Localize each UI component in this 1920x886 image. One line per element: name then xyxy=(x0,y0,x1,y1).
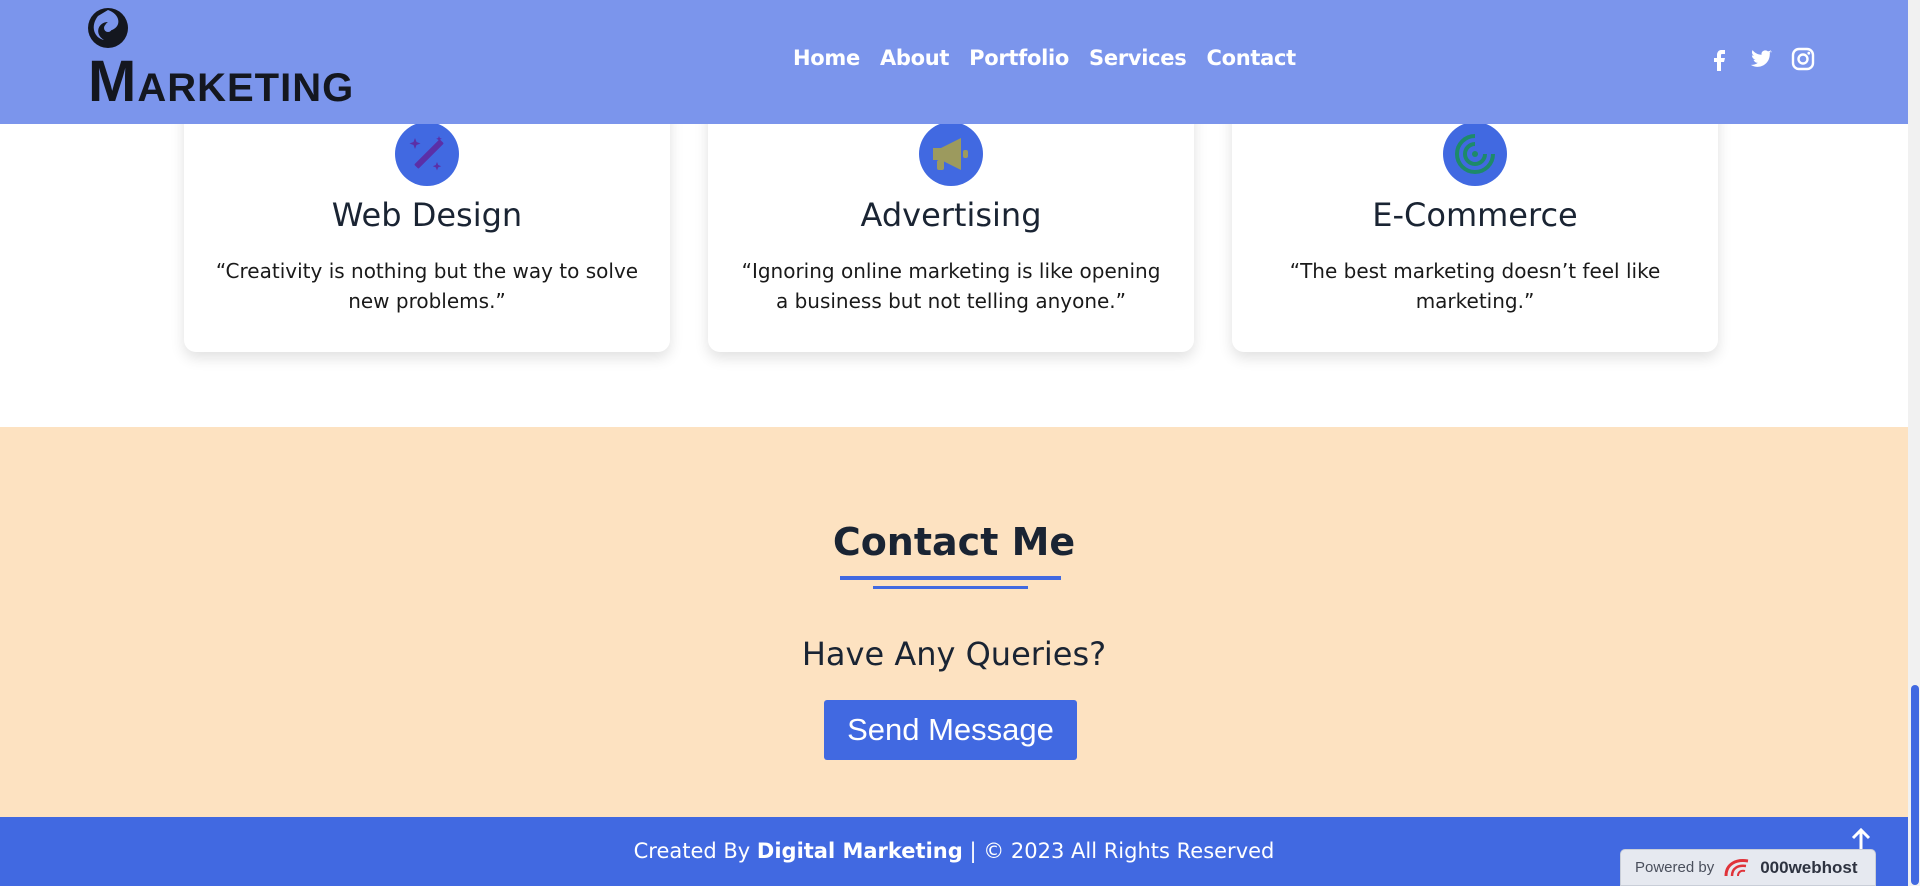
nav-services[interactable]: Services xyxy=(1089,46,1187,70)
facebook-icon[interactable] xyxy=(1706,46,1732,72)
nav-portfolio[interactable]: Portfolio xyxy=(969,46,1069,70)
nav-home[interactable]: Home xyxy=(793,46,860,70)
site-logo[interactable]: MARKETING xyxy=(86,6,366,114)
instagram-icon[interactable] xyxy=(1790,46,1816,72)
service-card-advertising: Advertising “Ignoring online marketing i… xyxy=(708,100,1194,352)
webhost-logo-icon xyxy=(1724,858,1749,876)
service-quote: “Creativity is nothing but the way to so… xyxy=(215,259,639,313)
scrollbar-thumb[interactable] xyxy=(1911,685,1919,885)
twitter-icon[interactable] xyxy=(1748,46,1774,72)
powered-by-label: Powered by xyxy=(1635,859,1715,876)
service-title: Advertising xyxy=(860,196,1042,234)
contact-subheading: Have Any Queries? xyxy=(801,635,1107,673)
nav-about[interactable]: About xyxy=(880,46,950,70)
service-title: E-Commerce xyxy=(1372,196,1578,234)
heading-underline-secondary xyxy=(873,586,1028,589)
service-card-ecommerce: E-Commerce “The best marketing doesn’t f… xyxy=(1232,100,1718,352)
service-quote: “The best marketing doesn’t feel like ma… xyxy=(1289,259,1661,313)
magic-wand-icon xyxy=(395,122,459,186)
target-icon xyxy=(1443,122,1507,186)
megaphone-icon xyxy=(919,122,983,186)
send-message-button[interactable]: Send Message xyxy=(824,700,1077,760)
powered-by-brand: 000webhost xyxy=(1760,857,1858,877)
heading-underline xyxy=(840,576,1061,580)
service-title: Web Design xyxy=(331,196,523,234)
nav-contact[interactable]: Contact xyxy=(1206,46,1296,70)
contact-heading: Contact Me xyxy=(832,520,1076,564)
services-section: Web Design “Creativity is nothing but th… xyxy=(0,100,1908,352)
main-nav: Home About Portfolio Services Contact xyxy=(793,46,1296,70)
swirl-icon xyxy=(88,8,128,48)
footer-brand-link[interactable]: Digital Marketing xyxy=(757,839,963,863)
arrow-up-icon[interactable] xyxy=(1849,827,1873,851)
logo-text: MARKETING xyxy=(88,49,355,114)
service-card-web-design: Web Design “Creativity is nothing but th… xyxy=(184,100,670,352)
footer-suffix: | © 2023 All Rights Reserved xyxy=(962,839,1275,863)
footer-prefix: Created By xyxy=(633,839,757,863)
service-quote: “Ignoring online marketing is like openi… xyxy=(741,259,1161,313)
contact-section: Contact Me Have Any Queries? Send Messag… xyxy=(0,427,1908,817)
social-links xyxy=(1706,46,1816,72)
powered-by-badge[interactable]: Powered by 000webhost xyxy=(1620,849,1876,886)
site-header: MARKETING Home About Portfolio Services … xyxy=(0,0,1908,124)
page-scrollbar[interactable] xyxy=(1908,0,1920,886)
